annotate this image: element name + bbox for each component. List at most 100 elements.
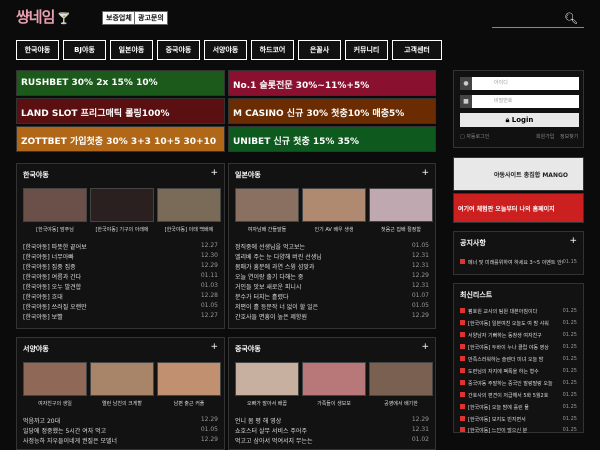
list-item[interactable]: 만족스러워하는 슬렌더 미녀 오늘 밤 01.25 bbox=[460, 356, 577, 366]
guarantee-button[interactable]: 보증업체 bbox=[102, 11, 136, 25]
video-thumbnail[interactable] bbox=[235, 188, 299, 222]
list-item[interactable]: [한국야동] 두바이 누나 클럽 야동 영상 01.25 bbox=[460, 344, 577, 354]
video-thumbnail[interactable] bbox=[157, 188, 221, 222]
list-item[interactable]: 서양남자 기뻐하는 동창생 여자친구 01.25 bbox=[460, 332, 577, 342]
list-item[interactable]: [한국야동] 흐대 12.28 bbox=[23, 292, 218, 302]
section-japanese: 일본야동 + 여자남배 간들말들 인기 AV 배우 생생 첫음근 집배 절정함 … bbox=[228, 163, 436, 329]
plus-icon[interactable]: + bbox=[210, 168, 218, 178]
list-item[interactable]: 중국야동 주말하는 중국인 말랑말랑 오늘 01.25 bbox=[460, 380, 577, 390]
list-item[interactable]: [한국야동] 여름과 간다 01.11 bbox=[23, 272, 218, 282]
list-item[interactable]: 간호사들 면흥이 높은 제항원 12.29 bbox=[235, 312, 429, 322]
signup-link[interactable]: 회원가입 bbox=[536, 133, 554, 140]
ad-inquiry-button[interactable]: 광고문의 bbox=[134, 11, 168, 25]
nav-korean[interactable]: 한국야동 bbox=[16, 40, 59, 60]
list-item[interactable]: [한국야동] 보빨 12.27 bbox=[23, 312, 218, 322]
list-item[interactable]: [한국야동] 오늘 밤에 흘린 물 01.25 bbox=[460, 404, 577, 414]
video-thumbnail[interactable] bbox=[90, 362, 154, 396]
video-thumbnail[interactable] bbox=[23, 362, 87, 396]
mango-banner[interactable]: 야동사이트 총집합 MANGO bbox=[453, 157, 584, 191]
video-thumbnail[interactable] bbox=[369, 362, 433, 396]
list-item[interactable]: [한국야동] 보지도 빈지면서 01.25 bbox=[460, 416, 577, 426]
list-item[interactable]: [한국야동] 집중 집중 12.29 bbox=[23, 262, 218, 272]
yeogiyeo-banner[interactable]: 여기여 체험판 오늘부터 나의 홈페이지 bbox=[453, 193, 584, 223]
nav-bj[interactable]: BJ야동 bbox=[63, 40, 106, 60]
list-item[interactable]: 간호사의 편견이 저급해서 5화 5월2호 01.25 bbox=[460, 392, 577, 402]
thumbnail-caption[interactable]: 오빠가 말아서 배꼽 bbox=[235, 400, 299, 407]
nav-eungolsa[interactable]: 은꼴사 bbox=[298, 40, 341, 60]
video-thumbnail[interactable] bbox=[90, 188, 154, 222]
nav-chinese[interactable]: 중국야동 bbox=[157, 40, 200, 60]
ad-banner[interactable]: ZOTTBET 가입첫충 30% 3+3 10+5 30+10 bbox=[16, 126, 225, 152]
find-info-link[interactable]: 정보찾기 bbox=[560, 133, 578, 140]
thumbnail-caption[interactable]: 여자친구의 생일 bbox=[23, 400, 87, 407]
list-item[interactable]: 도련님의 자지에 팩폭을 하는 형수 01.25 bbox=[460, 368, 577, 378]
list-item[interactable]: [한국야동] 너무아빠 12.30 bbox=[23, 252, 218, 262]
nav-community[interactable]: 커뮤니티 bbox=[345, 40, 388, 60]
search-input[interactable]: 🔍︎ bbox=[492, 10, 584, 28]
nav-japanese[interactable]: 일본야동 bbox=[110, 40, 153, 60]
list-item[interactable]: [한국야동] 쓰러질 오랜만 01.05 bbox=[23, 302, 218, 312]
section-title: 한국야동 bbox=[23, 171, 49, 179]
list-item[interactable]: 펌호원 교사의 팀원 대본아침이다 01.25 bbox=[460, 308, 577, 318]
list-item[interactable]: 저편이 흘 등문작 너 없이 할 일은 01.05 bbox=[235, 302, 429, 312]
ad-banner[interactable]: LAND SLOT 프리그매틱 롤링100% bbox=[16, 98, 225, 124]
video-thumbnail[interactable] bbox=[369, 188, 433, 222]
nav-western[interactable]: 서양야동 bbox=[204, 40, 247, 60]
plus-icon[interactable]: + bbox=[210, 342, 218, 352]
login-button[interactable]: 🔒︎ Login bbox=[460, 113, 579, 127]
thumbnail-caption[interactable]: [한국야동] 기구의 아래에 bbox=[90, 226, 154, 233]
wine-glass-icon: 🍸 bbox=[57, 12, 71, 25]
list-item[interactable]: 정직중에 선생님을 먹고보는 01.05 bbox=[235, 242, 429, 252]
password-input[interactable]: 비밀번호 bbox=[472, 95, 579, 108]
video-thumbnail[interactable] bbox=[302, 362, 366, 396]
thumbnail-caption[interactable]: 공영에서 배기한 bbox=[369, 400, 433, 407]
ad-banner[interactable]: UNIBET 신규 첫충 15% 35% bbox=[228, 126, 436, 152]
bullet-icon bbox=[460, 356, 465, 361]
thumbnail-caption[interactable]: [한국야동] 맘주님 bbox=[23, 226, 87, 233]
user-icon: ● bbox=[460, 77, 472, 90]
video-thumbnail[interactable] bbox=[157, 362, 221, 396]
list-item[interactable]: [한국야동] 따뜻한 끝어보 12.27 bbox=[23, 242, 218, 252]
ad-banner[interactable]: M CASINO 신규 30% 첫충10% 매충5% bbox=[228, 98, 436, 124]
thumbnail-caption[interactable]: 여자남배 간들말들 bbox=[235, 226, 299, 233]
list-item[interactable]: 몸매가 흥분에 과연 스윙 섬맞과 12.31 bbox=[235, 262, 429, 272]
ad-banner[interactable]: RUSHBET 30% 2x 15% 10% bbox=[16, 70, 225, 96]
nav-customer-center[interactable]: 고객센터 bbox=[392, 40, 442, 60]
list-item[interactable]: 쇼호스터 살무 서비스 주어주 12.31 bbox=[235, 426, 429, 436]
thumbnail-caption[interactable]: 첫음근 집배 절정함 bbox=[369, 226, 433, 233]
site-logo[interactable]: 썅네임 🍸 bbox=[16, 6, 71, 27]
thumbnail-caption[interactable]: 인기 AV 배우 생생 bbox=[302, 226, 366, 233]
list-item[interactable]: 거인들 맛보 새로운 피니시 12.31 bbox=[235, 282, 429, 292]
video-thumbnail[interactable] bbox=[302, 188, 366, 222]
video-thumbnail[interactable] bbox=[23, 188, 87, 222]
thumbnail-caption[interactable]: [한국야동] 이태 백배에 bbox=[157, 226, 221, 233]
list-item[interactable]: 엘리베 주는 눈 다양해 버린 선생님 12.31 bbox=[235, 252, 429, 262]
list-item[interactable]: 먹음까고 20대 12.29 bbox=[23, 416, 218, 426]
list-item[interactable]: 오늘 연이랑 출기 다해는 중 12.29 bbox=[235, 272, 429, 282]
bullet-icon bbox=[460, 259, 465, 264]
list-item[interactable]: 먹고고 삼아서 먹여서지 무는는 01.02 bbox=[235, 436, 429, 446]
auto-login-checkbox[interactable]: □ 자동로그인 bbox=[460, 133, 489, 140]
list-item[interactable]: [한국야동] 일본여친 오늘도 여 밤 샤워 01.25 bbox=[460, 320, 577, 330]
video-thumbnail[interactable] bbox=[235, 362, 299, 396]
list-item[interactable]: 사정능하 자우들이네게 권질은 모델너 12.29 bbox=[23, 436, 218, 446]
id-input[interactable]: 아이디 bbox=[472, 77, 579, 90]
list-item[interactable]: 분수가 터지는 흘렸다 01.07 bbox=[235, 292, 429, 302]
main-nav: 한국야동 BJ야동 일본야동 중국야동 서양야동 하드코어 은꼴사 커뮤니티 고… bbox=[16, 40, 584, 62]
nav-hardcore[interactable]: 하드코어 bbox=[251, 40, 294, 60]
plus-icon[interactable]: + bbox=[421, 168, 429, 178]
search-icon[interactable]: 🔍︎ bbox=[564, 12, 578, 25]
bullet-icon bbox=[460, 392, 465, 397]
ad-banner[interactable]: No.1 슬롯전문 30%~11%+5% bbox=[228, 70, 436, 96]
list-item[interactable]: [한국야동] 느낀이 많으신 분 01.25 bbox=[460, 427, 577, 437]
thumbnail-caption[interactable]: 남편 출근 커플 bbox=[157, 400, 221, 407]
plus-icon[interactable]: + bbox=[421, 342, 429, 352]
thumbnail-caption[interactable]: 엘런 남친의 크게할 bbox=[90, 400, 154, 407]
list-item[interactable]: 언니 몸 평 해 영상 12.29 bbox=[235, 416, 429, 426]
thumbnail-caption[interactable]: 가족들이 생보보 bbox=[302, 400, 366, 407]
plus-icon[interactable]: + bbox=[569, 236, 577, 246]
list-item[interactable]: 메너 및 미래를위하여 하세요 3~5 이벤트 안내 01.15 bbox=[460, 259, 577, 269]
section-title: 중국야동 bbox=[235, 345, 261, 353]
list-item[interactable]: 일당에 정중했는 5시간 여자 먹고 01.05 bbox=[23, 426, 218, 436]
list-item[interactable]: [한국야동] 오누 발견합 01.03 bbox=[23, 282, 218, 292]
